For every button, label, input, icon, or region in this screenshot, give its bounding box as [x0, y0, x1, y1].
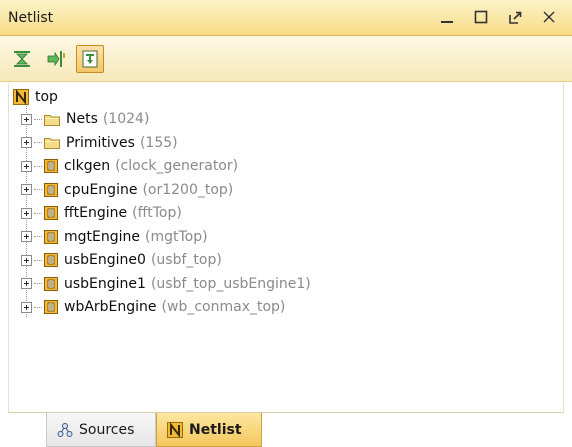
window-controls [436, 6, 560, 28]
close-button[interactable] [538, 6, 560, 28]
expand-toggle[interactable] [21, 113, 32, 125]
float-button[interactable] [504, 6, 526, 28]
panel-tabs: Sources Netlist [0, 413, 572, 447]
panel-title: Netlist [8, 9, 54, 26]
netlist-top-icon [13, 89, 29, 105]
tree-connector [34, 165, 42, 167]
tree-item[interactable]: clkgen (clock_generator) [21, 156, 238, 176]
tree-item-meta: (155) [139, 134, 178, 151]
tree-item-label: usbEngine1 [64, 275, 146, 292]
folder-icon [44, 114, 60, 126]
tree-item-label: usbEngine0 [64, 252, 146, 268]
tree-item-label: wbArbEngine [64, 299, 157, 315]
maximize-icon [474, 10, 488, 24]
show-hierarchy-icon [82, 50, 98, 67]
expand-toggle[interactable] [21, 301, 32, 313]
netlist-icon [167, 421, 183, 438]
minimize-icon [441, 21, 453, 23]
cell-icon [44, 276, 58, 291]
tab-sources-label: Sources [79, 421, 135, 438]
expand-toggle[interactable] [21, 184, 32, 195]
show-hierarchy-button[interactable] [76, 44, 104, 73]
tree-item[interactable]: mgtEngine (mgtTop) [21, 227, 208, 247]
tree-item-meta: (or1200_top) [142, 181, 234, 198]
maximize-button[interactable] [470, 6, 492, 28]
tree-item-meta: (clock_generator) [115, 158, 239, 174]
tree-item-meta: (mgtTop) [145, 228, 208, 245]
minimize-button[interactable] [436, 6, 458, 28]
tree-item-meta: (usbf_top) [150, 252, 222, 268]
tree-connector [34, 118, 42, 120]
tree-connector [34, 142, 42, 143]
expand-icon [47, 50, 65, 67]
tree-connector [34, 306, 42, 308]
tree-item[interactable]: fftEngine (fftTop) [21, 203, 182, 223]
cell-icon [44, 182, 58, 197]
tree-item-meta: (fftTop) [132, 205, 182, 221]
netlist-tree: top Nets (1024) Primitives (155) clkgen (cloc… [8, 83, 564, 413]
tree-item[interactable]: usbEngine0 (usbf_top) [21, 250, 222, 270]
tab-netlist-label: Netlist [189, 421, 242, 438]
tree-root-top[interactable]: top [13, 87, 58, 107]
float-window-icon [509, 11, 522, 24]
close-icon [543, 11, 555, 23]
tree-root-label: top [35, 89, 58, 105]
tab-netlist[interactable]: Netlist [156, 413, 262, 447]
tree-item-label: Primitives [66, 134, 135, 151]
tree-item-label: cpuEngine [64, 181, 138, 198]
cell-icon [44, 229, 58, 244]
folder-icon [44, 138, 60, 149]
tree-item[interactable]: usbEngine1 (usbf_top_usbEngine1) [21, 274, 311, 294]
tree-item-label: Nets [66, 111, 98, 127]
tree-item[interactable]: Primitives (155) [21, 133, 178, 153]
expand-toggle[interactable] [21, 207, 32, 219]
netlist-toolbar [0, 36, 572, 82]
expand-toggle[interactable] [21, 278, 32, 289]
tree-item-label: mgtEngine [64, 228, 140, 245]
cell-icon [44, 206, 58, 220]
tree-item-meta: (usbf_top_usbEngine1) [150, 275, 311, 292]
expand-button[interactable] [42, 45, 70, 73]
tree-item[interactable]: Nets (1024) [21, 109, 149, 129]
tree-connector [34, 259, 42, 261]
expand-toggle[interactable] [21, 137, 32, 148]
cell-icon [44, 300, 58, 314]
expand-toggle[interactable] [21, 231, 32, 242]
expand-toggle[interactable] [21, 254, 32, 266]
tab-sources[interactable]: Sources [46, 413, 156, 447]
collapse-all-button[interactable] [8, 45, 36, 73]
cell-icon [44, 253, 58, 267]
tree-connector [34, 283, 42, 284]
cell-icon [44, 159, 58, 173]
tree-item-label: clkgen [64, 158, 111, 174]
collapse-all-icon [14, 50, 30, 67]
expand-toggle[interactable] [21, 160, 32, 172]
tree-item-label: fftEngine [64, 205, 128, 221]
tree-item[interactable]: cpuEngine (or1200_top) [21, 180, 233, 200]
tree-item-meta: (1024) [102, 111, 150, 127]
panel-titlebar: Netlist [0, 0, 572, 36]
sources-icon [57, 422, 73, 437]
tree-connector [34, 236, 42, 237]
tree-connector [34, 212, 42, 214]
tree-item[interactable]: wbArbEngine (wb_conmax_top) [21, 297, 285, 317]
tree-item-meta: (wb_conmax_top) [161, 299, 286, 315]
tree-connector [34, 189, 42, 190]
